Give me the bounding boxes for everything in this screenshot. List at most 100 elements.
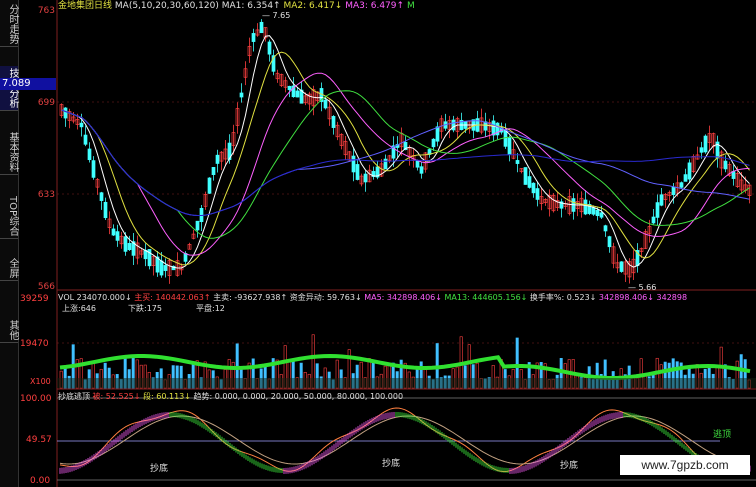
candle-body [591, 207, 596, 215]
candle-body [251, 33, 256, 42]
ma3-value: MA3: 6.479↑ [345, 1, 405, 11]
vol-ma5-value: MA5: 342898.406↓ [364, 293, 442, 302]
candle-body [683, 174, 688, 182]
indicator-name[interactable]: 抄底逃顶 [58, 392, 90, 401]
candle-body [383, 158, 388, 170]
candle-body [83, 134, 88, 145]
price-axis-top: 763 [37, 6, 55, 16]
stock-title: 金地集团日线 [58, 1, 113, 11]
candle-body [207, 177, 212, 194]
ma5-line [61, 35, 750, 269]
candle-body [651, 216, 656, 224]
indicator-hint: 被: 52.525↓ [92, 392, 141, 401]
ma2-value: MA2: 6.417↓ [283, 1, 343, 11]
ma10-line [61, 51, 750, 266]
candle-body [127, 242, 132, 251]
ma1-value: MA1: 6.354↑ [221, 1, 281, 11]
candle-body [87, 148, 92, 161]
candle-body [687, 162, 692, 180]
candle-body [507, 137, 512, 155]
low-price-marker: — 5.66 [628, 283, 657, 292]
ma-tail: M [406, 1, 415, 11]
candle-body [295, 90, 300, 98]
candle-body [195, 220, 200, 231]
candle-body [671, 186, 676, 196]
candle-body [595, 209, 600, 217]
candle-body [699, 147, 704, 153]
candle-body [211, 167, 216, 175]
vol-ma13-value: MA13: 444605.156↓ [444, 293, 528, 302]
candle-body [355, 164, 360, 180]
bottom-signal-label-1: 抄底 [150, 464, 169, 474]
candle-body [163, 265, 168, 271]
candle-body [415, 160, 420, 168]
vol-extra-2: 342898 [656, 293, 688, 302]
vol-value: VOL 234070.000↓ [58, 293, 132, 302]
candle-body [531, 182, 536, 194]
tab-fundamentals[interactable]: 基本资料 [0, 130, 18, 175]
candle-body [655, 202, 660, 218]
bottom-signal-label-3: 抄底 [560, 461, 579, 471]
high-price-marker: — 7.65 [262, 11, 291, 20]
ind-axis-bottom: 0.00 [30, 476, 51, 486]
vol-extra-1: 342898.406↓ [598, 293, 654, 302]
main-chart-header: 金地集团日线 MA(5,10,20,30,60,120) MA1: 6.354↑… [58, 0, 415, 12]
candle-body [431, 138, 436, 148]
price-axis-566: 566 [37, 282, 55, 292]
candle-body [435, 126, 440, 142]
fund-anomaly-value: 资金异动: 59.763↓ [289, 293, 362, 302]
candle-body [63, 107, 68, 119]
ma120-line [61, 109, 750, 216]
decliners-count: 下跌:175 [128, 304, 162, 313]
candle-body [287, 85, 292, 91]
ma60-line [61, 109, 750, 216]
chart-canvas[interactable] [0, 0, 756, 487]
tab-intraday[interactable]: 分时走势 [0, 2, 18, 47]
vol-axis-unit: X100 [30, 377, 51, 386]
candle-body [703, 135, 708, 153]
ma30-line [61, 90, 750, 239]
tab-top-overview[interactable]: TOP综合 [0, 194, 18, 239]
stock-chart-window: 分时走势 技术分析 基本资料 TOP综合 全屏 其他 763 7.089 699… [0, 0, 756, 487]
candle-body [731, 171, 736, 179]
candle-body [323, 99, 328, 109]
unchanged-count: 平盘:12 [196, 304, 225, 313]
candle-body [115, 231, 120, 241]
candle-body [523, 167, 528, 185]
candle-body [103, 201, 108, 219]
tab-fullscreen[interactable]: 全屏 [0, 256, 18, 281]
candle-body [679, 182, 684, 188]
candle-body [603, 225, 608, 232]
candle-body [215, 154, 220, 164]
candle-body [583, 199, 588, 215]
left-sidebar: 分时走势 技术分析 基本资料 TOP综合 全屏 其他 [0, 0, 19, 487]
site-watermark: www.7gpzb.com [620, 455, 750, 475]
candle-body [351, 155, 356, 173]
ma-params: MA(5,10,20,30,60,120) [114, 1, 219, 11]
candle-body [79, 122, 84, 128]
candle-body [363, 173, 368, 183]
indicator-trend: 趋势: 0.000, 0.000, 20.000, 50.000, 80.000… [193, 392, 404, 401]
candle-body [535, 188, 540, 200]
candle-body [491, 120, 496, 136]
candle-body [99, 192, 104, 201]
candle-body [451, 119, 456, 131]
candle-body [239, 92, 244, 98]
candle-body [527, 176, 532, 188]
indicator-header: 抄底逃顶 被: 52.525↓ 段: 60.113↓ 趋势: 0.000, 0.… [58, 391, 403, 402]
volume-header: VOL 234070.000↓ 主买: 140442.063↑ 主卖: -936… [58, 292, 687, 303]
main-sell-value: 主卖: -93627.938↑ [213, 293, 288, 302]
advancers-count: 上涨:646 [62, 304, 96, 313]
candle-body [111, 228, 116, 236]
price-axis-699: 699 [37, 98, 55, 108]
indicator-duan: 段: 60.113↓ [143, 392, 191, 401]
candle-body [259, 21, 264, 34]
vol-axis-top: 39259 [20, 294, 49, 304]
candle-body [91, 160, 96, 178]
tab-other[interactable]: 其他 [0, 318, 18, 343]
price-axis-633: 633 [37, 190, 55, 200]
candle-body [619, 261, 624, 272]
candle-body [607, 236, 612, 248]
candle-body [331, 116, 336, 128]
candle-body [267, 41, 272, 55]
